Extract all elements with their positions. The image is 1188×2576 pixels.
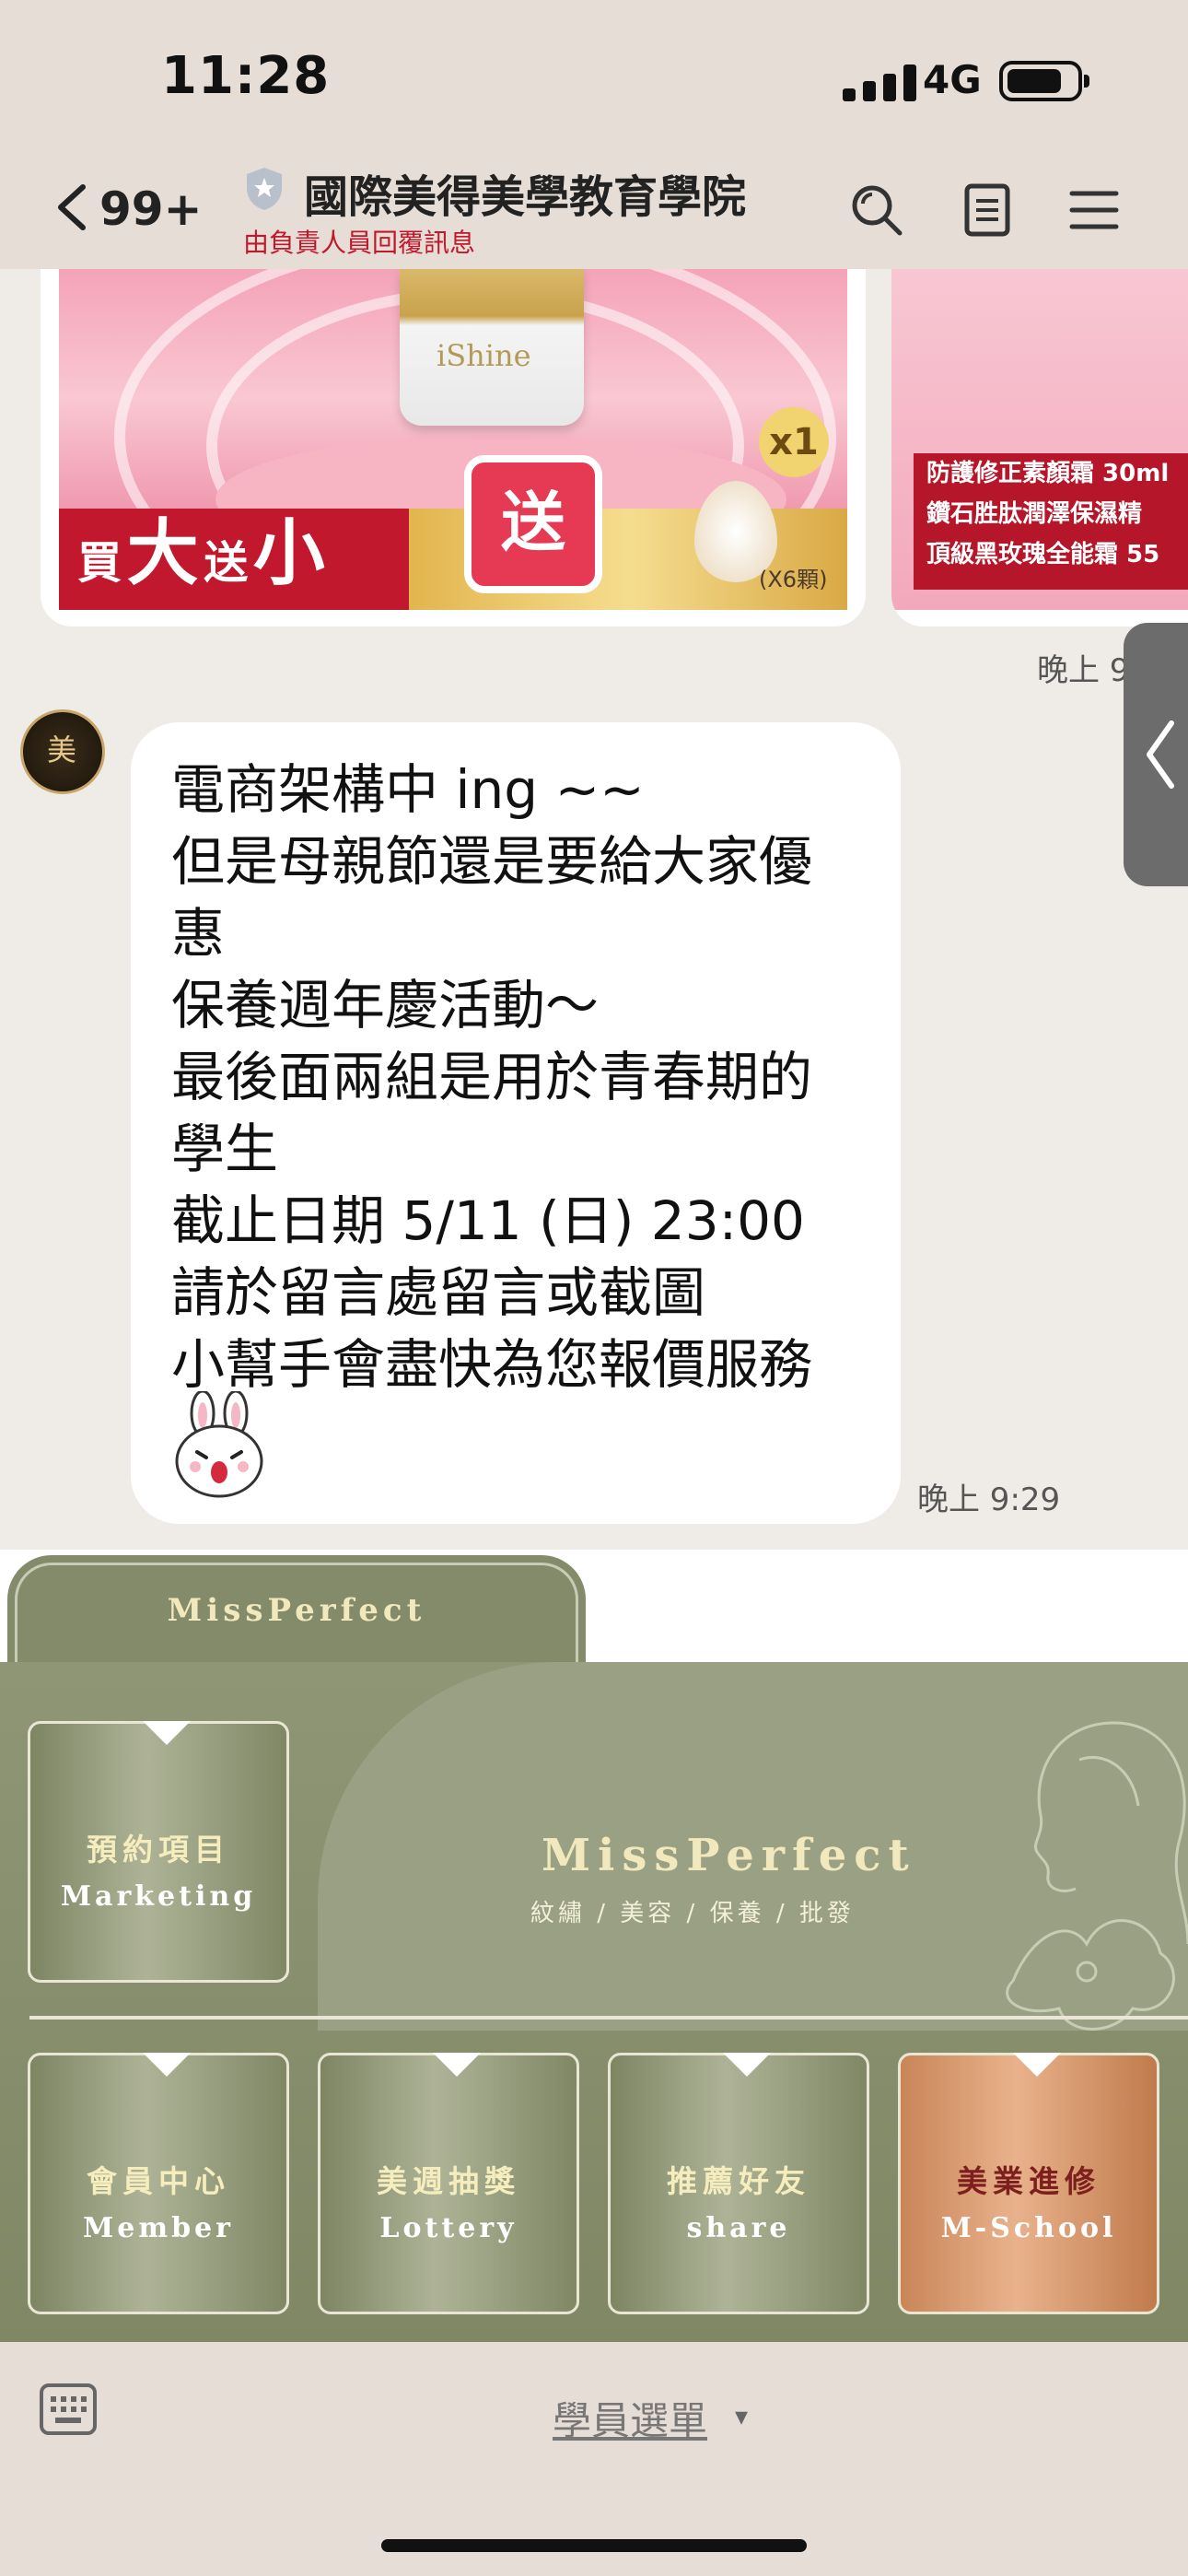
menu-tile-share[interactable]: 推薦好友 share bbox=[608, 2053, 869, 2314]
woman-face-icon bbox=[1006, 1721, 1188, 2031]
message-line: 但是母親節還是要給大家優 bbox=[171, 830, 813, 893]
rich-menu-tab-label: MissPerfect bbox=[167, 1592, 426, 1629]
message-line: 惠 bbox=[171, 902, 226, 965]
product-line: 防護修正素顏霜 30ml bbox=[926, 460, 1170, 487]
message-line: 學生 bbox=[171, 1118, 279, 1180]
message-line: 截止日期 5/11 (日) 23:00 bbox=[171, 1189, 805, 1252]
message-time: 晚上 9 bbox=[1037, 652, 1130, 689]
menu-tile-lottery[interactable]: 美週抽獎 Lottery bbox=[318, 2053, 579, 2314]
tile-label-zh: 美業進修 bbox=[957, 2163, 1101, 2199]
tile-label-en: Marketing bbox=[60, 1880, 257, 1913]
message-line: 小幫手會盡快為您報價服務 bbox=[171, 1333, 813, 1396]
tile-label-zh: 美週抽獎 bbox=[377, 2163, 520, 2199]
promo-image-2: 防護修正素顏霜 30ml 鑽石胜肽潤澤保濕精 頂級黑玫瑰全能霜 55 bbox=[891, 269, 1188, 610]
chevron-down-icon[interactable]: ▾ bbox=[735, 2401, 748, 2431]
tile-label-en: M-School bbox=[940, 2212, 1117, 2244]
tile-label-zh: 預約項目 bbox=[87, 1832, 230, 1868]
avatar[interactable]: 美 bbox=[20, 709, 105, 794]
gift-badge: 送 bbox=[464, 455, 602, 593]
menu-tile-member[interactable]: 會員中心 Member bbox=[28, 2053, 289, 2314]
signal-icon bbox=[843, 64, 926, 101]
rich-menu-tab[interactable]: MissPerfect bbox=[7, 1555, 586, 1666]
rich-menu-switch[interactable]: 學員選單 bbox=[553, 2390, 707, 2446]
chat-subtitle: 由負責人員回覆訊息 bbox=[243, 228, 476, 258]
capsule-count: (X6顆) bbox=[759, 567, 828, 592]
tile-label-en: Lottery bbox=[379, 2212, 518, 2244]
menu-tile-marketing[interactable]: 預約項目 Marketing bbox=[28, 1721, 289, 1983]
status-time: 11:28 bbox=[161, 46, 331, 106]
menu-icon[interactable] bbox=[1065, 181, 1124, 240]
promo-card[interactable]: iShine 買 大 送 小 送 x1 (X6顆) bbox=[41, 269, 866, 626]
promo-text: 買 大 送 小 bbox=[77, 512, 325, 595]
bottom-bar: 學員選單 ▾ bbox=[0, 2342, 1188, 2576]
bunny-emoji-icon bbox=[175, 1391, 263, 1498]
chat-header: 99+ 國際美得美學教育學院 由負責人員回覆訊息 bbox=[0, 147, 1188, 269]
menu-tile-mschool[interactable]: 美業進修 M-School bbox=[898, 2053, 1159, 2314]
notes-icon[interactable] bbox=[958, 181, 1017, 240]
side-panel-handle[interactable] bbox=[1124, 623, 1188, 886]
message-line: 電商架構中 ing ~~ bbox=[171, 758, 645, 821]
status-bar: 11:28 4G bbox=[0, 0, 1188, 147]
message-line: 請於留言處留言或截圖 bbox=[171, 1261, 706, 1324]
chevron-left-icon bbox=[1147, 720, 1174, 789]
product-line: 鑽石胜肽潤澤保濕精 bbox=[926, 500, 1143, 528]
battery-icon bbox=[999, 61, 1089, 101]
product-jar-image: iShine bbox=[400, 269, 584, 426]
brand-subtitle: 紋繡 / 美容 / 保養 / 批發 bbox=[530, 1900, 855, 1927]
unread-count[interactable]: 99+ bbox=[99, 182, 202, 236]
keyboard-icon[interactable] bbox=[39, 2383, 98, 2436]
product-line: 頂級黑玫瑰全能霜 55 bbox=[926, 541, 1160, 568]
tile-label-en: share bbox=[686, 2212, 791, 2244]
home-indicator bbox=[381, 2539, 807, 2552]
promo-card-2[interactable]: 防護修正素顏霜 30ml 鑽石胜肽潤澤保濕精 頂級黑玫瑰全能霜 55 bbox=[891, 269, 1188, 626]
menu-divider bbox=[29, 2016, 1188, 2020]
network-label: 4G bbox=[923, 57, 982, 102]
chat-title[interactable]: 國際美得美學教育學院 bbox=[304, 160, 746, 225]
message-line: 最後面兩組是用於青春期的 bbox=[171, 1046, 813, 1108]
tile-label-zh: 推薦好友 bbox=[667, 2163, 810, 2199]
tile-label-zh: 會員中心 bbox=[87, 2163, 230, 2199]
message-time: 晚上 9:29 bbox=[917, 1481, 1061, 1518]
chevron-left-icon[interactable] bbox=[48, 180, 103, 235]
search-icon[interactable] bbox=[847, 181, 906, 240]
verified-shield-icon bbox=[247, 168, 282, 210]
brand-title: MissPerfect bbox=[542, 1830, 916, 1881]
tile-label-en: Member bbox=[83, 2212, 234, 2244]
quantity-badge: x1 bbox=[759, 407, 829, 477]
message-line: 保養週年慶活動～ bbox=[171, 974, 600, 1036]
promo-image: iShine 買 大 送 小 送 x1 (X6顆) bbox=[59, 269, 847, 610]
